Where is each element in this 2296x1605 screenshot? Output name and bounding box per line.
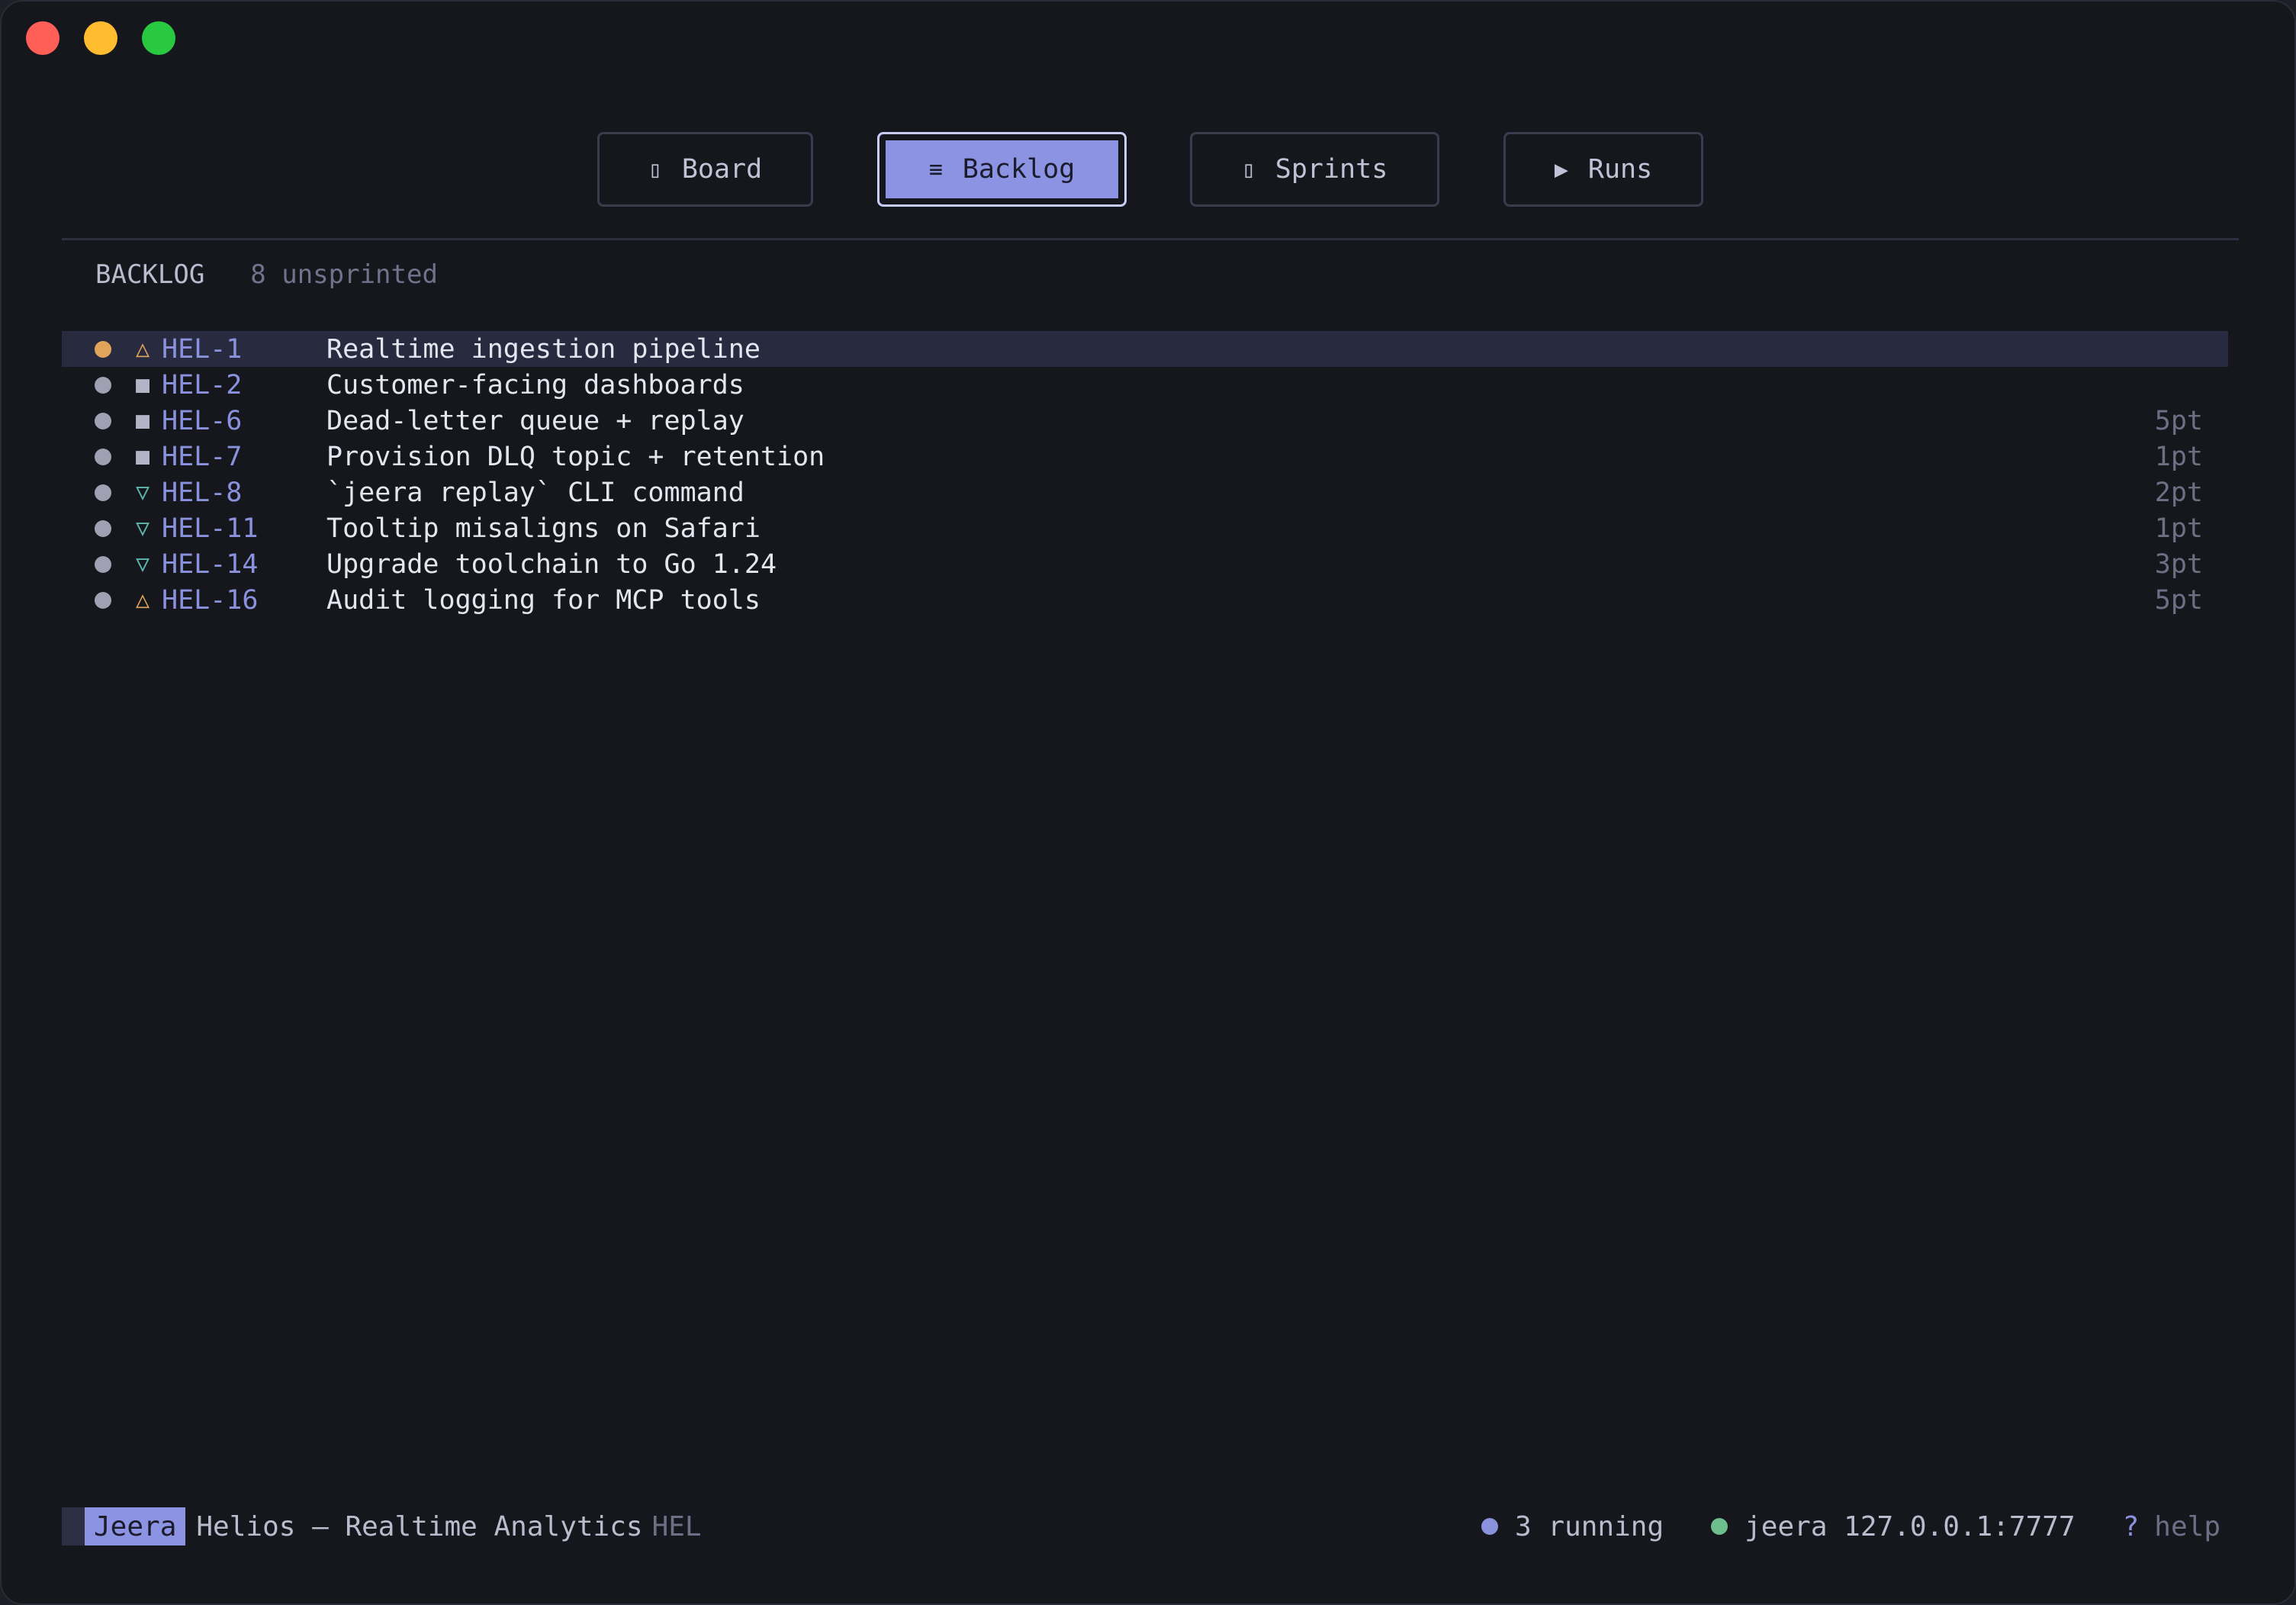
priority-low-icon: ▽ bbox=[135, 551, 150, 577]
board-icon: ▯ bbox=[648, 156, 662, 183]
server-status: jeera 127.0.0.1:7777 bbox=[1711, 1510, 2076, 1542]
status-dot-icon bbox=[95, 340, 111, 358]
priority-high-icon: △ bbox=[135, 336, 150, 362]
issue-title: Provision DLQ topic + retention bbox=[326, 441, 825, 472]
issue-key[interactable]: HEL-16 bbox=[162, 585, 258, 616]
status-right: 3 running jeera 127.0.0.1:7777 ? help bbox=[1481, 1511, 2220, 1542]
app-name: Jeera bbox=[85, 1507, 186, 1545]
tab-sprints[interactable]: ▯ Sprints bbox=[1190, 132, 1439, 207]
window-controls bbox=[26, 21, 175, 55]
issue-key[interactable]: HEL-2 bbox=[162, 370, 242, 400]
header-divider bbox=[62, 238, 2239, 240]
issue-row[interactable]: ■ HEL-7 Provision DLQ topic + retention 1pt bbox=[62, 439, 2228, 474]
unsprinted-count: 8 unsprinted bbox=[250, 259, 438, 290]
story-points: 3pt bbox=[2154, 548, 2203, 580]
story-points: 1pt bbox=[2154, 441, 2203, 472]
app-badge-edge bbox=[62, 1507, 85, 1545]
priority-medium-icon: ■ bbox=[135, 371, 150, 398]
priority-low-icon: ▽ bbox=[135, 479, 150, 506]
help-key: ? bbox=[2122, 1510, 2140, 1542]
issue-title: Upgrade toolchain to Go 1.24 bbox=[326, 548, 777, 580]
section-title: BACKLOG bbox=[95, 259, 205, 290]
tab-backlog-label: Backlog bbox=[962, 154, 1076, 185]
issue-title: Tooltip misaligns on Safari bbox=[326, 513, 761, 544]
status-dot-icon bbox=[95, 484, 111, 501]
app-badge: Jeera bbox=[62, 1507, 186, 1545]
help-hint[interactable]: ? help bbox=[2123, 1511, 2220, 1542]
story-points: 2pt bbox=[2154, 477, 2203, 508]
issue-row[interactable]: ▽ HEL-14 Upgrade toolchain to Go 1.24 3pt bbox=[62, 546, 2228, 582]
issue-title: Realtime ingestion pipeline bbox=[326, 333, 761, 365]
app-window: ▯ Board ≡ Backlog ▯ Sprints ▶ Runs BACKL… bbox=[0, 0, 2296, 1605]
help-label: help bbox=[2154, 1510, 2220, 1542]
story-points: 5pt bbox=[2154, 584, 2203, 616]
minimize-window-button[interactable] bbox=[84, 21, 117, 55]
running-count: 3 running bbox=[1515, 1510, 1664, 1542]
priority-low-icon: ▽ bbox=[135, 515, 150, 542]
section-header: BACKLOG 8 unsprinted bbox=[95, 259, 438, 290]
issue-row[interactable]: ■ HEL-6 Dead-letter queue + replay 5pt bbox=[62, 403, 2228, 439]
issue-title: Customer-facing dashboards bbox=[326, 369, 744, 400]
backlog-list: △ HEL-1 Realtime ingestion pipeline ■ HEL-2 C… bbox=[62, 331, 2228, 618]
issue-row[interactable]: △ HEL-16 Audit logging for MCP tools 5pt bbox=[62, 582, 2228, 618]
server-address: jeera 127.0.0.1:7777 bbox=[1745, 1510, 2076, 1542]
maximize-window-button[interactable] bbox=[142, 21, 175, 55]
server-dot-icon bbox=[1711, 1518, 1728, 1535]
issue-row[interactable]: △ HEL-1 Realtime ingestion pipeline bbox=[62, 331, 2228, 367]
tab-runs-label: Runs bbox=[1587, 154, 1653, 185]
sprint-icon: ▯ bbox=[1241, 156, 1256, 183]
tab-sprints-label: Sprints bbox=[1275, 154, 1388, 185]
tab-board-label: Board bbox=[681, 154, 763, 185]
issue-row[interactable]: ▽ HEL-8 `jeera replay` CLI command 2pt bbox=[62, 474, 2228, 510]
issue-key[interactable]: HEL-6 bbox=[162, 406, 242, 436]
play-icon: ▶ bbox=[1554, 156, 1568, 183]
tab-backlog[interactable]: ≡ Backlog bbox=[877, 132, 1127, 207]
project-name: Helios — Realtime Analytics bbox=[196, 1510, 643, 1542]
status-dot-icon bbox=[95, 555, 111, 573]
issue-key[interactable]: HEL-7 bbox=[162, 442, 242, 472]
list-icon: ≡ bbox=[928, 156, 943, 183]
running-status[interactable]: 3 running bbox=[1481, 1511, 1664, 1542]
story-points: 1pt bbox=[2154, 513, 2203, 544]
close-window-button[interactable] bbox=[26, 21, 59, 55]
tab-board[interactable]: ▯ Board bbox=[597, 132, 813, 207]
status-dot-icon bbox=[95, 448, 111, 465]
view-tabs: ▯ Board ≡ Backlog ▯ Sprints ▶ Runs bbox=[2, 132, 2294, 207]
priority-high-icon: △ bbox=[135, 587, 150, 613]
issue-key[interactable]: HEL-1 bbox=[162, 334, 242, 365]
project-key: HEL bbox=[651, 1510, 702, 1542]
issue-key[interactable]: HEL-8 bbox=[162, 478, 242, 508]
priority-medium-icon: ■ bbox=[135, 443, 150, 470]
status-dot-icon bbox=[95, 376, 111, 394]
issue-key[interactable]: HEL-14 bbox=[162, 549, 258, 580]
issue-title: Audit logging for MCP tools bbox=[326, 584, 761, 616]
issue-key[interactable]: HEL-11 bbox=[162, 513, 258, 544]
status-dot-icon bbox=[95, 519, 111, 537]
tab-runs[interactable]: ▶ Runs bbox=[1503, 132, 1703, 207]
status-dot-icon bbox=[95, 412, 111, 429]
issue-row[interactable]: ▽ HEL-11 Tooltip misaligns on Safari 1pt bbox=[62, 510, 2228, 546]
issue-row[interactable]: ■ HEL-2 Customer-facing dashboards bbox=[62, 367, 2228, 403]
running-dot-icon bbox=[1481, 1518, 1499, 1535]
priority-medium-icon: ■ bbox=[135, 407, 150, 434]
status-bar: Jeera Helios — Realtime Analytics HEL 3 … bbox=[62, 1507, 2220, 1545]
issue-title: Dead-letter queue + replay bbox=[326, 405, 744, 436]
story-points: 5pt bbox=[2154, 405, 2203, 436]
issue-title: `jeera replay` CLI command bbox=[326, 477, 744, 508]
status-dot-icon bbox=[95, 591, 111, 609]
